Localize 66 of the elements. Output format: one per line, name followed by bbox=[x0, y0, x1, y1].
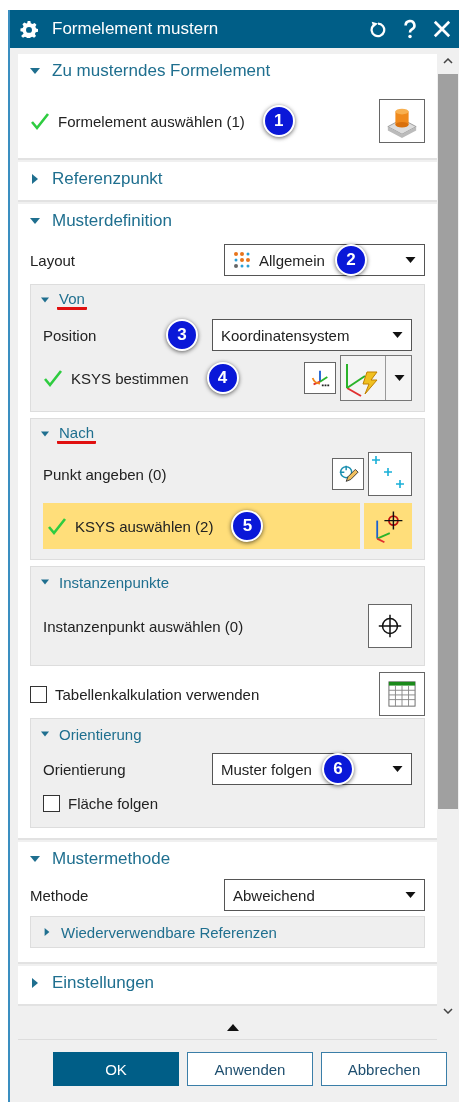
check-icon bbox=[30, 111, 50, 131]
position-dropdown[interactable]: Koordinatensystem bbox=[212, 319, 412, 351]
callout-badge: 1 bbox=[262, 105, 295, 137]
window-title: Formelement mustern bbox=[52, 19, 220, 39]
caret-icon bbox=[405, 257, 416, 263]
caret-icon bbox=[392, 766, 403, 772]
callout-badge: 5 bbox=[231, 510, 264, 542]
section-header[interactable]: Einstellungen bbox=[18, 966, 437, 1000]
chevron-down-icon[interactable] bbox=[443, 1008, 453, 1014]
settings-icon bbox=[20, 20, 38, 38]
selection-label[interactable]: Formelement auswählen (1) bbox=[58, 112, 245, 130]
checkbox-label: Fläche folgen bbox=[68, 794, 159, 812]
callout-badge: 2 bbox=[334, 244, 367, 276]
selection-label: Punkt angeben (0) bbox=[43, 465, 167, 483]
callout-badge: 6 bbox=[321, 753, 354, 785]
section-header[interactable]: Zu musterndes Formelement bbox=[18, 54, 437, 88]
section-header[interactable]: Mustermethode bbox=[18, 842, 437, 876]
points-button[interactable] bbox=[368, 452, 412, 496]
checkbox-label: Tabellenkalkulation verwenden bbox=[55, 685, 260, 703]
method-dropdown[interactable]: Abweichend bbox=[224, 879, 425, 911]
group-title[interactable]: Nach bbox=[57, 424, 97, 444]
selection-label[interactable]: Instanzenpunkt auswählen (0) bbox=[43, 617, 244, 635]
chevron-up-icon[interactable] bbox=[443, 58, 453, 64]
spreadsheet-button[interactable] bbox=[379, 672, 425, 716]
group-title[interactable]: Orientierung bbox=[59, 725, 142, 743]
collapse-arrow-icon[interactable] bbox=[226, 1024, 239, 1031]
subsection-header[interactable]: Wiederverwendbare Referenzen bbox=[30, 916, 425, 948]
field-label: Methode bbox=[30, 886, 89, 904]
reset-icon[interactable] bbox=[369, 20, 387, 38]
caret-icon bbox=[394, 375, 405, 381]
caret-icon bbox=[392, 332, 403, 338]
point-select-row[interactable]: Punkt angeben (0) bbox=[31, 449, 424, 499]
orientation-dropdown[interactable]: Muster folgen 6 bbox=[212, 753, 412, 785]
selection-label: KSYS auswählen (2) bbox=[75, 517, 214, 535]
table-icon bbox=[387, 680, 417, 708]
section-header[interactable]: Musterdefinition bbox=[18, 204, 437, 238]
close-icon[interactable] bbox=[433, 20, 451, 38]
dot-grid-icon bbox=[233, 251, 251, 269]
feature-select-button[interactable] bbox=[379, 99, 425, 143]
checkbox[interactable] bbox=[43, 794, 60, 812]
check-icon bbox=[43, 368, 63, 388]
caret-icon bbox=[405, 892, 416, 898]
crosshair-icon bbox=[376, 612, 404, 640]
callout-badge: 3 bbox=[166, 319, 198, 351]
csys-select-row[interactable]: KSYS auswählen (2) 5 bbox=[43, 503, 412, 549]
dialog-button[interactable]: Anwenden bbox=[187, 1052, 313, 1086]
layout-dropdown[interactable]: Allgemein 2 bbox=[224, 244, 425, 276]
help-icon[interactable] bbox=[403, 19, 417, 39]
group-title[interactable]: Von bbox=[57, 290, 87, 310]
selection-label[interactable]: KSYS bestimmen bbox=[71, 369, 189, 387]
field-label: Layout bbox=[30, 251, 76, 269]
scrollbar-thumb[interactable] bbox=[438, 74, 458, 809]
point-select-button[interactable] bbox=[368, 604, 412, 648]
checkbox[interactable] bbox=[30, 685, 47, 703]
point-edit-button[interactable] bbox=[332, 458, 364, 490]
field-label: Orientierung bbox=[43, 760, 126, 778]
check-icon bbox=[47, 516, 67, 536]
csys-split-button[interactable] bbox=[340, 355, 412, 401]
csys-dialog-button[interactable] bbox=[304, 362, 336, 394]
section-header[interactable]: Referenzpunkt bbox=[18, 162, 437, 196]
field-label: Position bbox=[43, 326, 97, 344]
callout-badge: 4 bbox=[206, 362, 239, 394]
dialog-button[interactable]: Abbrechen bbox=[321, 1052, 447, 1086]
group-title[interactable]: Instanzenpunkte bbox=[59, 573, 170, 591]
ok-button[interactable]: OK bbox=[53, 1052, 179, 1086]
point-pencil-icon bbox=[337, 463, 359, 485]
